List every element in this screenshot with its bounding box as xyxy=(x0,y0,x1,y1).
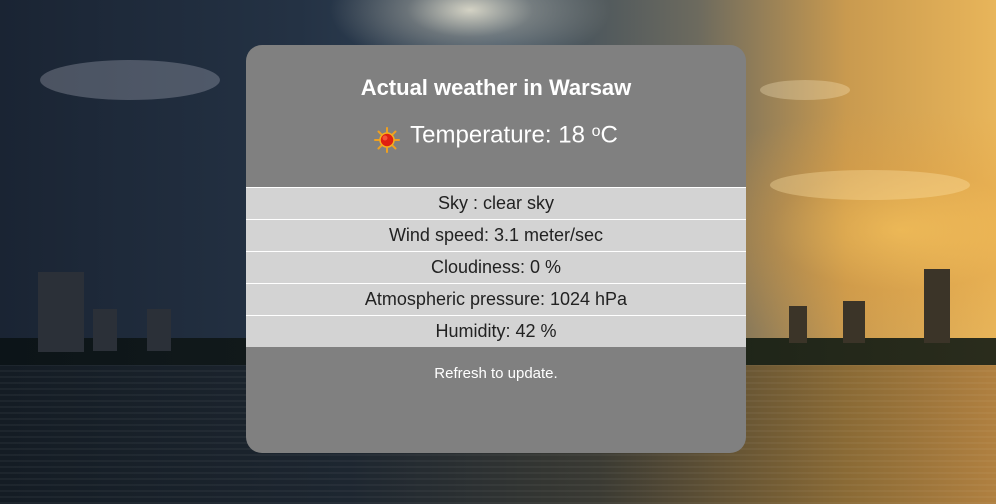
building xyxy=(147,309,171,351)
sun-icon xyxy=(374,126,401,153)
building xyxy=(38,272,84,352)
refresh-hint: Refresh to update. xyxy=(434,365,558,382)
detail-row-sky: Sky : clear sky xyxy=(246,187,746,219)
building xyxy=(93,309,117,351)
detail-row-cloudiness: Cloudiness: 0 % xyxy=(246,251,746,283)
detail-row-wind-speed: Wind speed: 3.1 meter/sec xyxy=(246,219,746,251)
building xyxy=(924,269,950,343)
detail-row-humidity: Humidity: 42 % xyxy=(246,315,746,347)
temperature-unit: C xyxy=(600,121,618,149)
cloud xyxy=(760,80,850,100)
building xyxy=(843,301,865,343)
degree-symbol: o xyxy=(591,123,601,140)
building xyxy=(789,306,807,343)
detail-row-pressure: Atmospheric pressure: 1024 hPa xyxy=(246,283,746,315)
card-title: Actual weather in Warsaw xyxy=(360,75,632,100)
temperature-row: Temperature: 18 oC xyxy=(246,121,746,153)
cloud xyxy=(770,170,970,200)
weather-card: Actual weather in Warsaw Temperature: 18… xyxy=(246,45,746,453)
temperature-label: Temperature: 18 xyxy=(410,121,592,149)
weather-details-list: Sky : clear sky Wind speed: 3.1 meter/se… xyxy=(246,187,746,347)
cloud xyxy=(40,60,220,100)
